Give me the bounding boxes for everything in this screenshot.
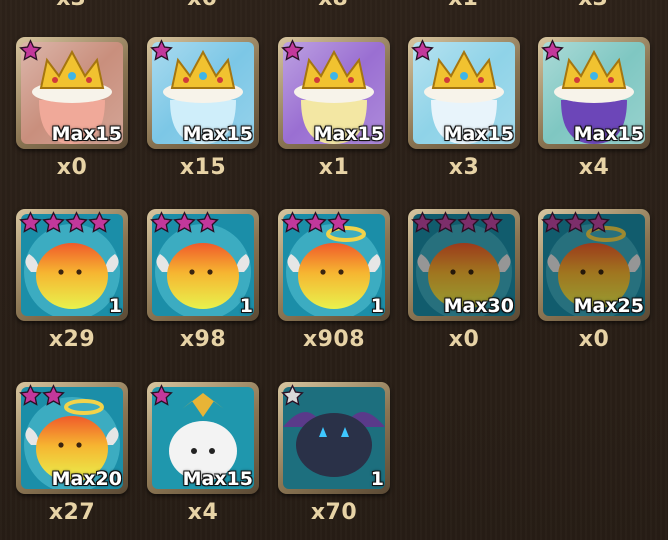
item-count: x98 (179, 327, 227, 352)
slot-frame: Max15 (147, 37, 259, 149)
level-label: Max25 (573, 295, 644, 317)
slot-frame: 1 (278, 209, 390, 321)
star-rating (150, 39, 173, 62)
level-label: Max15 (573, 123, 644, 145)
level-label: Max30 (443, 295, 514, 317)
star-rating (411, 39, 434, 62)
slot-frame: Max15 (538, 37, 650, 149)
item-count: x15 (179, 155, 227, 180)
inventory-slot-devilmon-dark[interactable]: 1 x70 (278, 382, 390, 532)
star-icon (281, 39, 304, 61)
slot-frame: 1 (278, 382, 390, 494)
star-rating (19, 211, 111, 234)
star-icon (564, 211, 587, 233)
star-icon (434, 211, 457, 233)
inventory-slot-rainbowmon-fire[interactable]: Max15 x0 (16, 37, 128, 187)
inventory-slot-angelmon-5star[interactable]: 1 x29 (16, 209, 128, 359)
level-label: Max15 (182, 123, 253, 145)
star-icon (304, 211, 327, 233)
star-icon (19, 211, 42, 233)
star-rating (19, 39, 42, 62)
star-icon (173, 211, 196, 233)
slot-frame: Max25 (538, 209, 650, 321)
inventory-slot-rainbowmon-light[interactable]: Max15 x3 (408, 37, 520, 187)
slot-frame: Max15 (278, 37, 390, 149)
inventory-slot-devilmon-light[interactable]: Max15 x4 (147, 382, 259, 532)
star-icon (541, 211, 564, 233)
star-rating (411, 211, 503, 234)
level-label: Max20 (51, 468, 122, 490)
slot-frame: Max15 (408, 37, 520, 149)
level-label: 1 (370, 468, 384, 490)
slot-frame: Max15 (147, 382, 259, 494)
star-rating (541, 39, 564, 62)
star-rating (281, 384, 304, 407)
item-count: x3 (448, 155, 480, 180)
inventory-slot-rainbowmon-water[interactable]: Max15 x15 (147, 37, 259, 187)
star-rating (281, 39, 304, 62)
inventory-grid: Max15 x0 Max15 x15 Max15 x1 Max15 x3 Max… (0, 0, 668, 540)
star-rating (281, 211, 350, 234)
slot-frame: 1 (16, 209, 128, 321)
slot-frame: Max20 (16, 382, 128, 494)
star-icon (411, 211, 434, 233)
star-icon (150, 384, 173, 406)
star-icon (281, 211, 304, 233)
inventory-slot-angelmon-4star-max[interactable]: Max30 x0 (408, 209, 520, 359)
level-label: Max15 (313, 123, 384, 145)
star-icon (587, 211, 610, 233)
item-count: x0 (578, 327, 610, 352)
inventory-slot-angelmon-2star[interactable]: Max20 x27 (16, 382, 128, 532)
star-icon (411, 39, 434, 61)
star-rating (150, 384, 173, 407)
level-label: Max15 (443, 123, 514, 145)
star-icon (19, 39, 42, 61)
item-count: x1 (318, 155, 350, 180)
star-icon (150, 211, 173, 233)
item-count: x0 (56, 155, 88, 180)
inventory-slot-angelmon-3star-max[interactable]: Max25 x0 (538, 209, 650, 359)
star-icon (327, 211, 350, 233)
level-label: Max15 (51, 123, 122, 145)
item-count: x908 (302, 327, 366, 352)
inventory-slot-rainbowmon-dark[interactable]: Max15 x4 (538, 37, 650, 187)
slot-frame: Max15 (16, 37, 128, 149)
level-label: 1 (108, 295, 122, 317)
star-icon (480, 211, 503, 233)
star-icon (150, 39, 173, 61)
star-rating (150, 211, 219, 234)
level-label: 1 (370, 295, 384, 317)
item-count: x29 (48, 327, 96, 352)
item-count: x70 (310, 500, 358, 525)
star-icon (281, 384, 304, 406)
star-icon (65, 211, 88, 233)
star-icon (88, 211, 111, 233)
star-icon (42, 211, 65, 233)
star-rating (19, 384, 65, 407)
slot-frame: 1 (147, 209, 259, 321)
star-icon (541, 39, 564, 61)
inventory-slot-angelmon-3star[interactable]: 1 x908 (278, 209, 390, 359)
slot-frame: Max30 (408, 209, 520, 321)
item-count: x27 (48, 500, 96, 525)
star-rating (541, 211, 610, 234)
star-icon (42, 384, 65, 406)
star-icon (19, 384, 42, 406)
inventory-slot-angelmon-4star[interactable]: 1 x98 (147, 209, 259, 359)
item-count: x4 (187, 500, 219, 525)
item-count: x4 (578, 155, 610, 180)
star-icon (457, 211, 480, 233)
level-label: Max15 (182, 468, 253, 490)
level-label: 1 (239, 295, 253, 317)
star-icon (196, 211, 219, 233)
item-count: x0 (448, 327, 480, 352)
inventory-slot-rainbowmon-wind[interactable]: Max15 x1 (278, 37, 390, 187)
